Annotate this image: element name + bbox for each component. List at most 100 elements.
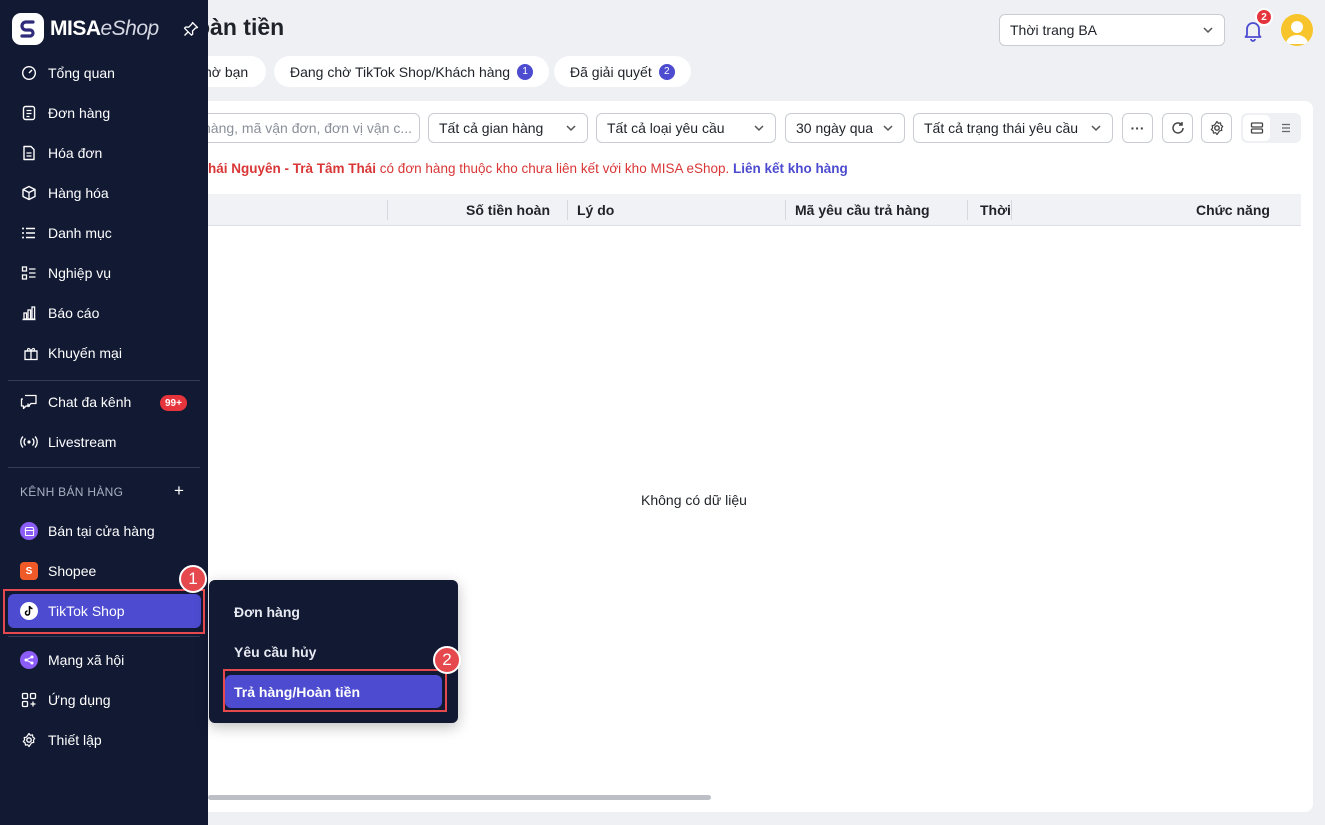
horizontal-scrollbar[interactable] (208, 795, 711, 800)
dashboard-icon (20, 64, 38, 82)
sidebar-item-reports[interactable]: Báo cáo (8, 296, 201, 330)
chevron-down-icon (883, 125, 893, 132)
list-view-icon (1281, 123, 1290, 133)
gear-icon (1210, 120, 1223, 136)
table-header: Số tiền hoàn Lý do Mã yêu cầu trả hàng T… (208, 194, 1301, 226)
tasks-icon (20, 264, 38, 282)
warehouse-warning: hái Nguyên - Trà Tâm Thái có đơn hàng th… (208, 161, 848, 176)
store-filter[interactable]: Tất cả gian hàng (428, 113, 588, 143)
refresh-button[interactable] (1162, 113, 1193, 143)
tab-count-badge: 1 (517, 63, 534, 80)
sidebar-item-orders[interactable]: Đơn hàng (8, 96, 201, 130)
refresh-icon (1171, 122, 1184, 134)
logo-text: MISAeShop (50, 17, 159, 40)
sidebar-item-label: Nghiệp vụ (48, 265, 112, 281)
highlight-box-tiktok-shop (3, 589, 205, 634)
link-warehouse-link[interactable]: Liên kết kho hàng (733, 161, 848, 176)
list-icon (20, 224, 38, 242)
sidebar-item-label: Mạng xã hội (48, 652, 125, 668)
column-return-code: Mã yêu cầu trả hàng (795, 202, 930, 218)
sidebar-item-label: Hóa đơn (48, 145, 103, 161)
more-button[interactable]: ··· (1122, 113, 1153, 143)
sidebar-item-overview[interactable]: Tổng quan (8, 56, 201, 90)
gift-icon (22, 344, 40, 362)
status-filter[interactable]: Tất cả trạng thái yêu cầu (913, 113, 1113, 143)
logo[interactable]: MISAeShop (12, 13, 159, 45)
sidebar-item-label: Báo cáo (48, 305, 100, 321)
chevron-down-icon (566, 125, 576, 132)
tab-waiting-tiktok[interactable]: Đang chờ TikTok Shop/Khách hàng 1 (274, 56, 550, 87)
period-filter-value: 30 ngày qua (796, 120, 874, 136)
livestream-icon (20, 433, 38, 451)
sidebar-item-label: Đơn hàng (48, 105, 111, 121)
settings-button[interactable] (1201, 113, 1232, 143)
column-reason: Lý do (577, 202, 615, 218)
sidebar-item-livestream[interactable]: Livestream (8, 425, 201, 459)
sidebar-divider (8, 467, 200, 468)
column-divider (967, 200, 968, 220)
column-actions: Chức năng (1196, 202, 1270, 218)
warning-store-name: hái Nguyên - Trà Tâm Thái (208, 161, 377, 176)
sidebar-item-pos[interactable]: Bán tại cửa hàng (8, 514, 201, 548)
sidebar-item-label: Hàng hóa (48, 185, 109, 201)
box-icon (20, 184, 38, 202)
store-filter-value: Tất cả gian hàng (439, 120, 544, 136)
sidebar-item-label: Danh mục (48, 225, 112, 241)
card-view-button[interactable] (1243, 115, 1270, 141)
store-select[interactable]: Thời trang BA (999, 14, 1225, 46)
social-network-icon (20, 651, 38, 669)
sidebar-divider (8, 636, 200, 637)
gear-icon (20, 731, 38, 749)
submenu-item-cancel-requests[interactable]: Yêu cầu hủy (225, 635, 442, 668)
sidebar-item-invoices[interactable]: Hóa đơn (8, 136, 201, 170)
notification-badge: 2 (1255, 8, 1273, 26)
request-type-filter[interactable]: Tất cả loại yêu cầu (596, 113, 776, 143)
sidebar-divider (8, 380, 200, 381)
warning-message: có đơn hàng thuộc kho chưa liên kết với … (376, 161, 733, 176)
request-type-filter-value: Tất cả loại yêu cầu (607, 120, 725, 136)
status-filter-value: Tất cả trạng thái yêu cầu (924, 120, 1079, 136)
card-view-icon (1250, 122, 1263, 134)
sidebar-item-apps[interactable]: Ứng dụng (8, 683, 201, 717)
page-title: oàn tiền (196, 14, 285, 40)
order-icon (20, 104, 38, 122)
sidebar-item-settings[interactable]: Thiết lập (8, 723, 201, 757)
step-marker-1: 1 (179, 565, 207, 593)
chat-unread-badge: 99+ (160, 395, 187, 411)
sidebar-item-operations[interactable]: Nghiệp vụ (8, 256, 201, 290)
sidebar-item-shopee[interactable]: S Shopee (8, 554, 201, 588)
list-view-button[interactable] (1272, 115, 1299, 141)
tab-label: Đã giải quyết (570, 63, 652, 80)
empty-state-text: Không có dữ liệu (641, 492, 747, 508)
invoice-icon (20, 144, 38, 162)
sidebar-item-label: Khuyến mại (48, 345, 122, 361)
chevron-down-icon (1203, 27, 1213, 34)
store-icon (20, 522, 38, 540)
chart-icon (20, 304, 38, 322)
sidebar-item-label: Ứng dụng (48, 692, 111, 708)
period-filter[interactable]: 30 ngày qua (785, 113, 905, 143)
column-divider (785, 200, 786, 220)
pin-icon[interactable] (183, 21, 199, 37)
sidebar-item-label: Shopee (48, 563, 97, 579)
shopee-icon: S (20, 562, 38, 580)
sidebar-item-label: Livestream (48, 434, 117, 450)
sidebar-item-social[interactable]: Mạng xã hội (8, 643, 201, 677)
tab-label: Đang chờ TikTok Shop/Khách hàng (290, 63, 511, 80)
tab-count-badge: 2 (658, 63, 675, 80)
sidebar-item-label: Chat đa kênh (48, 394, 132, 410)
sidebar-item-label: Tổng quan (48, 65, 115, 81)
logo-icon (12, 13, 44, 45)
avatar[interactable] (1281, 14, 1313, 46)
sidebar-item-promotions[interactable]: Khuyến mại (8, 336, 201, 370)
tab-resolved[interactable]: Đã giải quyết 2 (554, 56, 691, 87)
chevron-down-icon (754, 125, 764, 132)
store-select-value: Thời trang BA (1010, 22, 1097, 38)
column-refund-amount: Số tiền hoàn (466, 202, 550, 218)
sidebar-item-products[interactable]: Hàng hóa (8, 176, 201, 210)
add-channel-button[interactable]: + (174, 482, 184, 499)
submenu-item-orders[interactable]: Đơn hàng (225, 595, 442, 628)
sidebar-item-catalog[interactable]: Danh mục (8, 216, 201, 250)
column-divider (1011, 200, 1012, 220)
view-toggle (1241, 113, 1301, 143)
